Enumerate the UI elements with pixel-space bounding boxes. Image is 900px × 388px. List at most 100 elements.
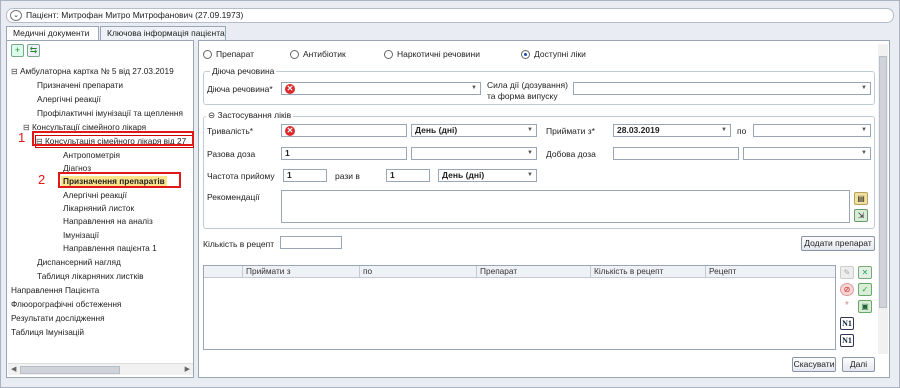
patient-title: Пацієнт: Митрофан Митро Митрофанович (27… <box>26 10 244 20</box>
error-icon: ✕ <box>285 126 295 136</box>
tab-medical-documents[interactable]: Медичні документи <box>6 26 99 41</box>
approve-icon[interactable]: ✓ <box>858 283 872 296</box>
scroll-thumb[interactable] <box>879 56 887 308</box>
single-dose-label: Разова доза <box>207 149 256 159</box>
edit-disabled-icon[interactable]: ✎ <box>840 266 854 279</box>
scroll-right-icon[interactable]: ▶ <box>185 365 190 373</box>
form-n1-icon-2[interactable]: N1 <box>840 334 854 347</box>
tree-horizontal-scrollbar[interactable]: ◀ ▶ <box>8 363 193 375</box>
quantity-label: Кількість в рецепт <box>203 239 275 249</box>
chevron-down-icon[interactable]: ▼ <box>471 83 477 94</box>
radio-available-medicines[interactable]: Доступні ліки <box>521 49 586 59</box>
scroll-left-icon[interactable]: ◀ <box>11 365 16 373</box>
grid-col-blank <box>204 266 242 278</box>
delete-icon[interactable]: ⊘ <box>840 283 854 296</box>
tree-item-immunization-table[interactable]: Таблиця Імунізацій <box>11 327 84 338</box>
radio-drug[interactable]: Препарат <box>203 49 254 59</box>
documents-tree-pane: + ⇆ ⊟ Амбулаторна картка № 5 від 27.03.2… <box>6 40 194 378</box>
tree-item-research-results[interactable]: Результати дослідження <box>11 313 105 324</box>
strength-label-line1: Сила дії (дозування) <box>487 80 568 90</box>
tree-item-patient-referral[interactable]: Направлення Пацієнта <box>11 285 99 296</box>
chevron-down-icon[interactable]: ▼ <box>861 83 867 94</box>
strength-form-select[interactable]: ▼ <box>573 82 871 95</box>
tree-item-immunizations[interactable]: Профілактичні імунізації та щеплення <box>37 108 183 119</box>
grid-col-to[interactable]: по <box>359 266 476 278</box>
duration-input[interactable]: ✕ <box>281 124 407 137</box>
times-in-input[interactable]: 1 <box>386 169 430 182</box>
tree-item-sick-leave-table[interactable]: Таблиця лікарняних листків <box>37 271 144 282</box>
prescription-icon[interactable]: ▣ <box>858 300 872 313</box>
active-substance-section-title: Діюча речовина <box>210 66 277 76</box>
radio-antibiotic[interactable]: Антибіотик <box>290 49 346 59</box>
duration-label: Тривалість* <box>207 126 254 136</box>
radio-selected-icon <box>521 49 530 59</box>
chevron-down-icon[interactable]: ▼ <box>527 125 533 136</box>
radio-narcotics[interactable]: Наркотичні речовини <box>384 49 480 59</box>
recommendations-textarea[interactable] <box>281 190 850 223</box>
times-in-label: рази в <box>335 171 360 181</box>
tree-item-outpatient-card[interactable]: ⊟ Амбулаторна картка № 5 від 27.03.2019 <box>11 66 174 77</box>
quantity-input[interactable] <box>280 236 342 249</box>
prescriptions-grid: Приймати з по Препарат Кількість в рецеп… <box>203 265 836 350</box>
collapse-toggle-icon[interactable]: ⌄ <box>10 10 22 21</box>
tree-item-allergic-reactions[interactable]: Алергічні реакції <box>37 94 101 105</box>
patient-header: ⌄ Пацієнт: Митрофан Митро Митрофанович (… <box>6 8 894 23</box>
annotation-label-1: 1 <box>18 130 26 145</box>
tree-item-fluorography[interactable]: Флюорографічні обстеження <box>11 299 121 310</box>
usage-section-title: ⊝ Застосування ліків <box>206 110 294 121</box>
tree-item-lab-referral[interactable]: Направлення на аналіз <box>63 216 153 227</box>
strength-label-line2: та форма випуску <box>487 91 558 101</box>
frequency-input[interactable]: 1 <box>283 169 327 182</box>
frequency-label: Частота прийому <box>207 171 275 181</box>
insert-icon[interactable]: ⇲ <box>854 209 868 222</box>
radio-icon <box>290 49 299 59</box>
tree-item-sick-leave[interactable]: Лікарняний листок <box>63 203 134 214</box>
tree-item-allergic-reactions-2[interactable]: Алергічні реакції <box>63 190 127 201</box>
daily-dose-input[interactable] <box>613 147 739 160</box>
asterisk-icon: * <box>845 300 849 311</box>
frequency-unit-select[interactable]: День (дні) ▼ <box>438 169 537 182</box>
take-to-date[interactable]: ▼ <box>753 124 871 137</box>
form-vertical-scrollbar[interactable] <box>878 44 888 354</box>
active-substance-select[interactable]: ✕ ▼ <box>281 82 481 95</box>
chevron-down-icon[interactable]: ▼ <box>721 125 727 136</box>
annotation-box-2 <box>58 172 181 188</box>
refresh-tree-icon[interactable]: ⇆ <box>27 44 40 57</box>
tab-key-patient-info[interactable]: Ключова інформація пацієнта <box>100 26 226 40</box>
take-from-date[interactable]: 28.03.2019 ▼ <box>613 124 731 137</box>
chevron-down-icon[interactable]: ▼ <box>527 148 533 159</box>
chevron-down-icon[interactable]: ▼ <box>861 148 867 159</box>
cancel-button[interactable]: Скасувати <box>792 357 836 372</box>
form-n1-icon[interactable]: N1 <box>840 317 854 330</box>
chevron-down-icon[interactable]: ▼ <box>527 170 533 181</box>
template-icon[interactable]: ▤ <box>854 192 868 205</box>
tree-item-dispensary-observation[interactable]: Диспансерний нагляд <box>37 257 121 268</box>
grid-col-take-from[interactable]: Приймати з <box>242 266 359 278</box>
tree-item-patient-referral-1[interactable]: Направлення пацієнта 1 <box>63 243 157 254</box>
duration-unit-select[interactable]: День (дні) ▼ <box>411 124 537 137</box>
add-document-icon[interactable]: + <box>11 44 24 57</box>
annotation-label-2: 2 <box>38 172 46 187</box>
grid-header: Приймати з по Препарат Кількість в рецеп… <box>204 266 835 278</box>
tree-item-immunization[interactable]: Імунізації <box>63 230 99 241</box>
grid-col-prescription[interactable]: Рецепт <box>705 266 835 278</box>
grid-col-quantity[interactable]: Кількість в рецепт <box>590 266 705 278</box>
daily-dose-unit-select[interactable]: ▼ <box>743 147 871 160</box>
tree-item-anthropometry[interactable]: Антропометрія <box>63 150 120 161</box>
radio-icon <box>203 49 212 59</box>
chevron-down-icon[interactable]: ▼ <box>861 125 867 136</box>
single-dose-unit-select[interactable]: ▼ <box>411 147 537 160</box>
next-button[interactable]: Далі <box>842 357 875 372</box>
radio-icon <box>384 49 393 59</box>
scroll-thumb[interactable] <box>20 366 120 374</box>
add-drug-button[interactable]: Додати препарат <box>801 236 875 251</box>
tree-item-prescribed-drugs[interactable]: Призначені препарати <box>37 80 123 91</box>
annotation-box-1 <box>32 131 194 146</box>
take-from-label: Приймати з* <box>546 126 595 136</box>
daily-dose-label: Добова доза <box>546 149 596 159</box>
grid-col-drug[interactable]: Препарат <box>476 266 590 278</box>
collapse-icon[interactable]: ⊟ <box>11 67 20 76</box>
tools-icon[interactable]: ✕ <box>858 266 872 279</box>
single-dose-input[interactable]: 1 <box>281 147 407 160</box>
active-substance-label: Діюча речовина* <box>207 84 273 94</box>
